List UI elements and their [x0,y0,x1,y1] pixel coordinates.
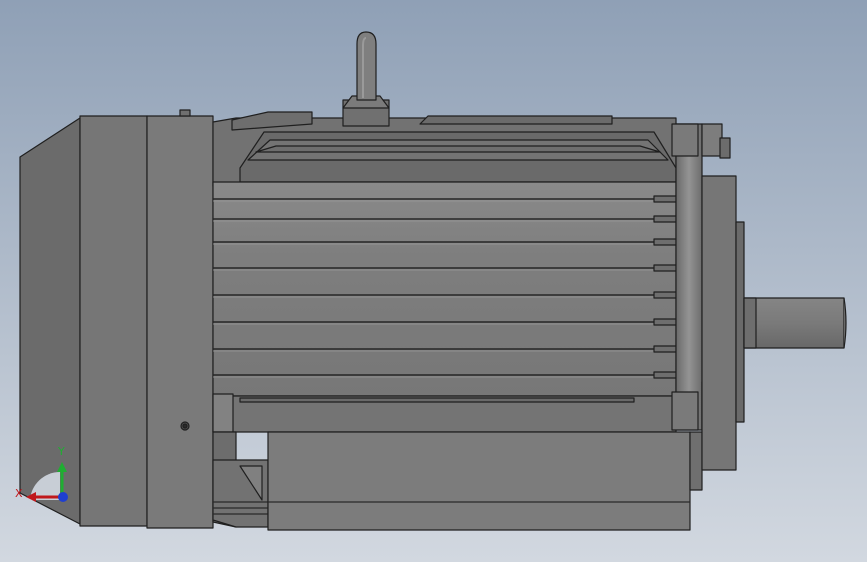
z-axis-dot [58,492,68,502]
rim-top-tab [179,109,191,117]
top-ridge-right [419,115,613,125]
terminal-box-bottom [267,431,691,531]
x-axis-label: X [15,487,23,500]
finned-body [212,181,677,397]
foot-left [212,393,234,433]
bearing-shield [701,175,737,471]
front-flange [675,123,703,431]
y-axis-label: Y [57,445,65,458]
fan-cover-bevel [19,117,81,525]
fan-cover-rim [146,115,214,529]
cad-3d-viewport[interactable]: X Y [0,0,867,562]
output-shaft [743,297,845,349]
fan-cover [79,115,148,527]
